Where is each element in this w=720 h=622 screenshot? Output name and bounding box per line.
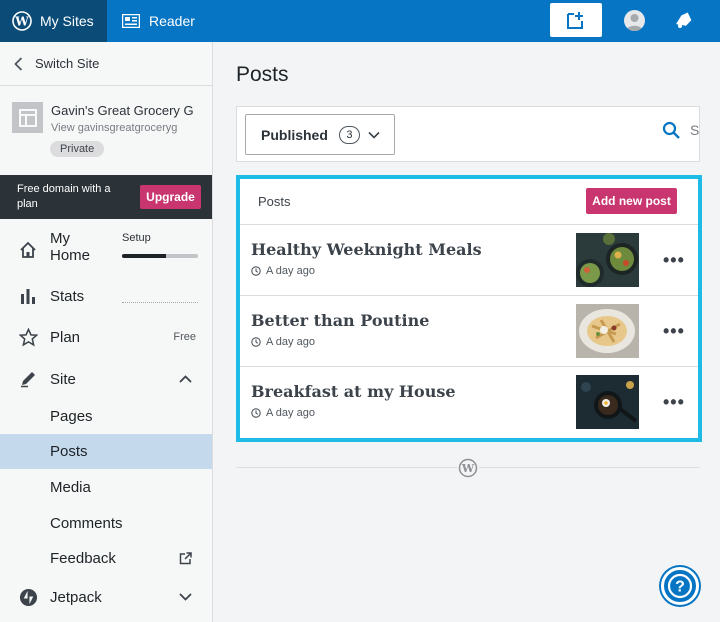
chevron-up-icon <box>179 375 192 383</box>
status-label: Published <box>261 126 328 143</box>
help-button[interactable]: ? <box>661 567 699 605</box>
sidebar-item-label: Site <box>50 370 76 388</box>
star-icon <box>18 327 38 347</box>
svg-text:W: W <box>14 15 29 29</box>
post-date: A day ago <box>266 407 315 419</box>
jetpack-icon <box>18 587 38 607</box>
sidebar-item-label: Plan <box>50 328 81 346</box>
clock-icon <box>251 337 261 347</box>
post-meta: A day ago <box>251 407 315 419</box>
svg-text:W: W <box>461 462 475 475</box>
my-sites-label: My Sites <box>40 13 94 29</box>
sidebar-item-label: Stats <box>50 287 85 305</box>
post-row[interactable]: Better than Poutine A day ago ••• <box>240 296 698 367</box>
sidebar-item-my-home[interactable]: My Home <box>0 228 212 272</box>
reader-icon <box>122 14 140 28</box>
new-post-icon <box>567 12 583 29</box>
post-row[interactable]: Healthy Weeknight Meals A day ago ••• <box>240 225 698 296</box>
sidebar-item-comments[interactable]: Comments <box>0 506 212 541</box>
setup-progress-fill <box>122 254 167 258</box>
post-title[interactable]: Healthy Weeknight Meals <box>251 240 482 259</box>
sidebar-item-site[interactable]: Site <box>0 362 212 396</box>
post-date: A day ago <box>266 336 315 348</box>
sidebar-item-feedback[interactable]: Feedback <box>0 541 212 576</box>
sidebar-item-plan[interactable]: Plan Free <box>0 320 212 354</box>
post-actions-menu[interactable]: ••• <box>663 322 685 340</box>
post-date: A day ago <box>266 265 315 277</box>
reader-label: Reader <box>149 13 195 29</box>
sidebar-item-jetpack[interactable]: Jetpack <box>0 580 212 614</box>
sidebar-item-stats[interactable]: Stats <box>0 279 212 313</box>
switch-site-button[interactable]: Switch Site <box>0 42 212 86</box>
current-site-card[interactable]: Gavin's Great Grocery G View gavinsgreat… <box>0 86 212 173</box>
posts-list-label: Posts <box>258 194 291 209</box>
switch-site-label: Switch Site <box>35 56 100 71</box>
search-input[interactable]: S <box>690 122 699 138</box>
post-status-dropdown[interactable]: Published 3 <box>245 114 395 155</box>
home-icon <box>18 240 38 260</box>
post-title[interactable]: Better than Poutine <box>251 311 429 330</box>
upgrade-promo: Free domain with a plan Upgrade <box>0 175 212 219</box>
posts-list: Posts Add new post Healthy Weeknight Mea… <box>240 179 698 438</box>
external-link-icon <box>179 552 192 565</box>
sidebar-item-pages[interactable]: Pages <box>0 399 212 434</box>
setup-progress-bar <box>122 254 198 258</box>
clock-icon <box>251 408 261 418</box>
add-new-post-button[interactable]: Add new post <box>586 188 677 214</box>
plan-badge: Free <box>173 331 196 343</box>
sidebar-item-label: Jetpack <box>50 588 102 606</box>
avatar-icon <box>626 14 643 31</box>
post-actions-menu[interactable]: ••• <box>663 393 685 411</box>
chevron-left-icon <box>14 56 23 71</box>
write-post-button[interactable] <box>550 3 602 37</box>
sidebar: Switch Site Gavin's Great Grocery G View… <box>0 42 213 622</box>
stats-sparkline <box>122 302 198 303</box>
status-count-badge: 3 <box>338 125 360 144</box>
my-sites-button[interactable]: W My Sites <box>0 0 107 42</box>
bell-icon <box>676 12 692 28</box>
stats-icon <box>18 286 38 306</box>
sidebar-item-label: My Home <box>50 230 91 264</box>
svg-text:?: ? <box>675 579 685 596</box>
post-title[interactable]: Breakfast at my House <box>251 382 456 401</box>
post-thumbnail <box>576 304 639 358</box>
post-filter-bar: Published 3 S <box>236 106 700 162</box>
reader-button[interactable]: Reader <box>122 0 195 42</box>
sidebar-item-label: Feedback <box>50 550 116 567</box>
page-title: Posts <box>236 63 289 86</box>
notifications-button[interactable] <box>674 9 696 36</box>
search-icon[interactable] <box>662 121 681 140</box>
post-row[interactable]: Breakfast at my House A day ago ••• <box>240 367 698 438</box>
setup-label: Setup <box>122 232 151 244</box>
promo-text: Free domain with a plan <box>17 183 111 210</box>
help-icon: ? <box>667 573 693 599</box>
site-visibility-badge: Private <box>50 141 105 157</box>
site-url[interactable]: View gavinsgreatgroceryg <box>51 122 191 134</box>
wordpress-footer-icon: W <box>457 457 479 479</box>
sidebar-item-media[interactable]: Media <box>0 470 212 505</box>
sidebar-item-posts[interactable]: Posts <box>0 434 212 469</box>
post-actions-menu[interactable]: ••• <box>663 251 685 269</box>
chevron-down-icon <box>368 131 380 139</box>
post-meta: A day ago <box>251 336 315 348</box>
site-name: Gavin's Great Grocery G <box>51 103 194 118</box>
user-avatar[interactable] <box>624 10 645 31</box>
site-layout-icon <box>12 102 43 133</box>
post-thumbnail <box>576 375 639 429</box>
chevron-down-icon <box>179 593 192 601</box>
post-meta: A day ago <box>251 265 315 277</box>
pencil-icon <box>18 369 38 389</box>
wordpress-logo-icon: W <box>12 11 32 31</box>
post-thumbnail <box>576 233 639 287</box>
masterbar: W My Sites Reader <box>0 0 720 42</box>
clock-icon <box>251 266 261 276</box>
upgrade-button[interactable]: Upgrade <box>140 185 201 209</box>
posts-list-header: Posts Add new post <box>240 179 698 225</box>
